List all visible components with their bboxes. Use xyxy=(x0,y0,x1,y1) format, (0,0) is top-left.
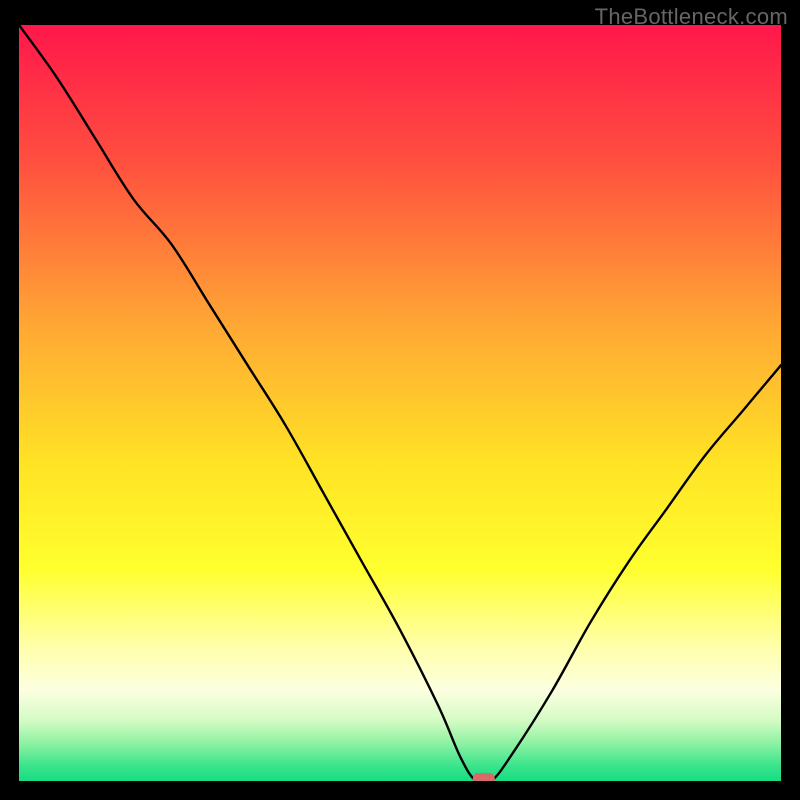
chart-svg xyxy=(19,25,781,781)
watermark-text: TheBottleneck.com xyxy=(595,4,788,30)
gradient-background xyxy=(19,25,781,781)
optimum-marker xyxy=(473,773,495,781)
chart-plot-area xyxy=(19,25,781,781)
